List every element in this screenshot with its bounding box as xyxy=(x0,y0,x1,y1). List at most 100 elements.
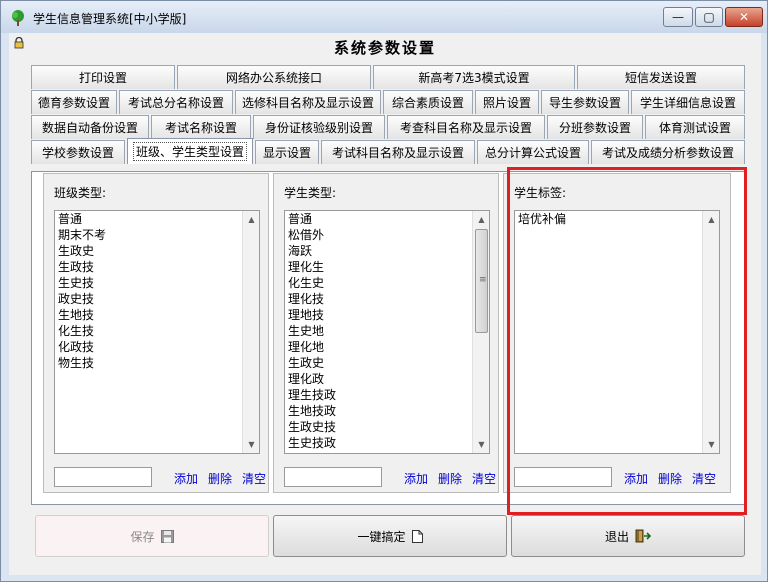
maximize-button[interactable]: ▢ xyxy=(695,7,723,27)
list-item[interactable]: 生地技政 xyxy=(287,403,471,419)
list-item[interactable]: 理化技 xyxy=(287,291,471,307)
class-type-add-link[interactable]: 添加 xyxy=(174,470,198,487)
client-area: 系统参数设置 打印设置 网络办公系统接口 新高考7选3模式设置 短信发送设置 德… xyxy=(9,33,761,575)
maximize-icon: ▢ xyxy=(703,10,715,24)
list-item[interactable]: 普通 xyxy=(57,211,241,227)
exit-label: 退出 xyxy=(604,529,629,544)
window-title: 学生信息管理系统[中小学版] xyxy=(33,12,187,26)
tab-moral-education[interactable]: 德育参数设置 xyxy=(31,90,117,114)
tab-exam-subject-display[interactable]: 考试科目名称及显示设置 xyxy=(321,140,475,164)
tab-tutor-parameters[interactable]: 导生参数设置 xyxy=(541,90,629,114)
tab-gaokao-7-3-mode[interactable]: 新高考7选3模式设置 xyxy=(373,65,575,89)
student-tag-group: 学生标签: 培优补偏 ▲ ▼ 添加 删除 清空 xyxy=(503,173,731,493)
list-item[interactable]: 物生技 xyxy=(57,355,241,371)
student-tag-input[interactable] xyxy=(514,467,612,487)
student-type-delete-link[interactable]: 删除 xyxy=(438,470,462,487)
student-tag-scrollbar[interactable]: ▲ ▼ xyxy=(702,211,719,453)
page-title: 系统参数设置 xyxy=(333,39,436,57)
floppy-disk-icon xyxy=(160,529,174,543)
class-type-delete-link[interactable]: 删除 xyxy=(208,470,232,487)
student-tag-clear-link[interactable]: 清空 xyxy=(692,470,716,487)
tab-display-settings[interactable]: 显示设置 xyxy=(255,140,319,164)
tab-inspection-subject-display[interactable]: 考查科目名称及显示设置 xyxy=(387,115,545,139)
student-type-clear-link[interactable]: 清空 xyxy=(472,470,496,487)
list-item[interactable]: 理化生 xyxy=(287,259,471,275)
student-type-items: 普通 松借外 海跃 理化生 化生史 理化技 理地技 生史地 理化地 生政史 理化政 理生技政 生地技政生… xyxy=(287,211,471,453)
scroll-down-icon[interactable]: ▼ xyxy=(243,436,260,453)
tree-icon xyxy=(12,10,24,26)
minimize-icon: — xyxy=(672,10,684,24)
list-item[interactable]: 化政技 xyxy=(57,339,241,355)
tab-exam-total-name[interactable]: 考试总分名称设置 xyxy=(119,90,233,114)
tab-school-parameters[interactable]: 学校参数设置 xyxy=(31,140,125,164)
tab-class-division-parameters[interactable]: 分班参数设置 xyxy=(547,115,643,139)
exit-button[interactable]: 退出 xyxy=(511,515,745,557)
title-bar[interactable]: 学生信息管理系统[中小学版] — ▢ ✕ xyxy=(1,1,767,33)
list-item[interactable]: 生史地 xyxy=(287,323,471,339)
student-type-list[interactable]: 普通 松借外 海跃 理化生 化生史 理化技 理地技 生史地 理化地 生政史 理化政 理生技政 生地技政生… xyxy=(284,210,490,454)
tab-pe-test-settings[interactable]: 体育测试设置 xyxy=(645,115,745,139)
tab-elective-subject-display[interactable]: 选修科目名称及显示设置 xyxy=(235,90,381,114)
student-tag-label: 学生标签: xyxy=(514,186,567,200)
class-type-scrollbar[interactable]: ▲ ▼ xyxy=(242,211,259,453)
tab-id-verification-level[interactable]: 身份证核验级别设置 xyxy=(253,115,385,139)
list-item[interactable]: 理化政 xyxy=(287,371,471,387)
list-item[interactable]: 化生技 xyxy=(57,323,241,339)
list-item[interactable]: 理化地 xyxy=(287,339,471,355)
list-item[interactable]: 化生史 xyxy=(287,275,471,291)
list-item[interactable]: 理生技政 xyxy=(287,387,471,403)
class-type-input[interactable] xyxy=(54,467,152,487)
scroll-up-icon[interactable]: ▲ xyxy=(473,211,490,228)
tab-class-student-type[interactable]: 班级、学生类型设置 xyxy=(127,138,253,164)
student-type-add-link[interactable]: 添加 xyxy=(404,470,428,487)
scroll-up-icon[interactable]: ▲ xyxy=(703,211,720,228)
list-item[interactable]: 培优补偏 xyxy=(517,211,701,227)
list-item[interactable]: 期末不考 xyxy=(57,227,241,243)
list-item[interactable]: 政史技 xyxy=(57,291,241,307)
student-tag-delete-link[interactable]: 删除 xyxy=(658,470,682,487)
list-item[interactable]: 普通 xyxy=(287,211,471,227)
save-button[interactable]: 保存 xyxy=(35,515,269,557)
tab-print-settings[interactable]: 打印设置 xyxy=(31,65,175,89)
close-icon: ✕ xyxy=(738,10,750,24)
list-item[interactable]: 生政史 xyxy=(57,243,241,259)
student-type-input[interactable] xyxy=(284,467,382,487)
student-type-label: 学生类型: xyxy=(284,186,337,200)
tab-total-score-formula[interactable]: 总分计算公式设置 xyxy=(477,140,589,164)
scroll-down-icon[interactable]: ▼ xyxy=(703,436,720,453)
tab-comprehensive-quality[interactable]: 综合素质设置 xyxy=(383,90,473,114)
list-item[interactable]: 生史技政 xyxy=(287,435,471,451)
student-tag-list[interactable]: 培优补偏 ▲ ▼ xyxy=(514,210,720,454)
tab-sms-settings[interactable]: 短信发送设置 xyxy=(577,65,745,89)
class-type-list[interactable]: 普通 期末不考 生政史 生政技 生史技 政史技 生地技 化生技 化政技 物生技 ▲ ▼ xyxy=(54,210,260,454)
class-type-label: 班级类型: xyxy=(54,186,107,200)
tab-auto-backup[interactable]: 数据自动备份设置 xyxy=(31,115,149,139)
one-click-button[interactable]: 一键搞定 xyxy=(273,515,507,557)
list-item[interactable]: 生政史 xyxy=(287,355,471,371)
list-item[interactable]: 海跃 xyxy=(287,243,471,259)
student-tag-items: 培优补偏 xyxy=(517,211,701,453)
grip-icon: ≡ xyxy=(479,275,487,285)
tab-network-office-interface[interactable]: 网络办公系统接口 xyxy=(177,65,371,89)
list-item[interactable]: 生政史技 xyxy=(287,419,471,435)
minimize-button[interactable]: — xyxy=(663,7,693,27)
list-item[interactable]: 生政技 xyxy=(57,259,241,275)
document-icon xyxy=(411,529,423,543)
student-type-scrollbar[interactable]: ▲ ≡ ▼ xyxy=(472,211,489,453)
tab-exam-name[interactable]: 考试名称设置 xyxy=(151,115,251,139)
save-label: 保存 xyxy=(130,529,155,544)
scroll-thumb[interactable]: ≡ xyxy=(475,229,488,333)
student-tag-add-link[interactable]: 添加 xyxy=(624,470,648,487)
scroll-up-icon[interactable]: ▲ xyxy=(243,211,260,228)
class-type-clear-link[interactable]: 清空 xyxy=(242,470,266,487)
tab-student-detail-info[interactable]: 学生详细信息设置 xyxy=(631,90,745,114)
scroll-down-icon[interactable]: ▼ xyxy=(473,436,490,453)
tab-exam-analysis-parameters[interactable]: 考试及成绩分析参数设置 xyxy=(591,140,745,164)
list-item[interactable]: 生史技 xyxy=(57,275,241,291)
list-item[interactable]: 松借外 xyxy=(287,227,471,243)
exit-door-icon xyxy=(635,529,651,543)
close-button[interactable]: ✕ xyxy=(725,7,763,27)
list-item[interactable]: 生地技 xyxy=(57,307,241,323)
tab-photo-settings[interactable]: 照片设置 xyxy=(475,90,539,114)
list-item[interactable]: 理地技 xyxy=(287,307,471,323)
